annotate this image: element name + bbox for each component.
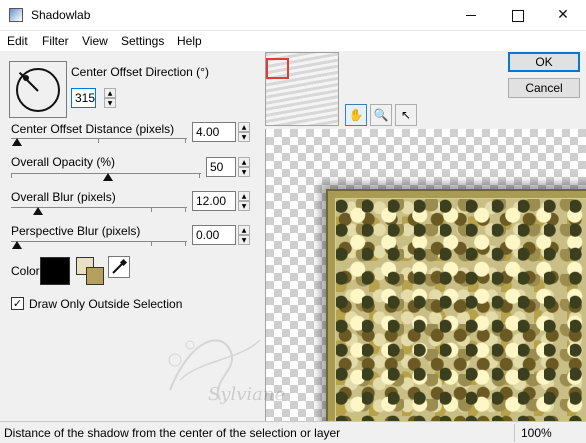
watermark-text: Sylviane [208,384,285,405]
slider-tick [199,174,200,178]
slider-tick [151,208,152,212]
direction-needle [18,71,39,92]
ok-button[interactable]: OK [508,52,580,72]
close-button[interactable]: ✕ [540,0,586,31]
perspective-label: Perspective Blur (pixels) [11,224,141,238]
opacity-input[interactable]: 50 [206,157,236,177]
status-text: Distance of the shadow from the center o… [4,426,341,440]
direction-label: Center Offset Direction (°) [71,65,209,79]
image-frame [326,189,586,421]
perspective-input[interactable]: 0.00 [192,225,236,245]
cancel-button[interactable]: Cancel [508,78,580,98]
draw-outside-label: Draw Only Outside Selection [29,297,183,311]
distance-slider-track[interactable] [11,138,187,139]
direction-spinner[interactable]: ▲ ▼ [104,88,116,108]
distance-spinner[interactable]: ▲ ▼ [238,122,250,142]
maximize-button[interactable] [494,0,540,31]
slider-tick [151,242,152,246]
menu-bar: Edit Filter View Settings Help [0,31,586,51]
minimize-button[interactable] [448,0,494,31]
opacity-spinner[interactable]: ▲ ▼ [238,157,250,177]
eyedropper-icon [112,258,128,274]
blur-input[interactable]: 12.00 [192,191,236,211]
slider-tick [185,208,186,212]
slider-tick [185,242,186,246]
navigator-thumbnail[interactable] [265,52,339,126]
app-icon [9,8,23,22]
status-bar: Distance of the shadow from the center o… [0,421,586,443]
menu-filter[interactable]: Filter [42,34,69,48]
blur-spinner[interactable]: ▲ ▼ [238,191,250,211]
perspective-slider-track[interactable] [11,241,187,242]
window-title: Shadowlab [31,8,91,22]
menu-view[interactable]: View [82,34,108,48]
direction-circle [16,68,60,112]
blur-slider-thumb[interactable] [33,207,43,215]
mosaic-image [335,198,586,421]
pan-hand-icon[interactable]: ✋ [345,104,367,126]
menu-edit[interactable]: Edit [7,34,28,48]
color-label: Color [11,264,40,278]
title-bar: Shadowlab ✕ [0,0,586,31]
direction-input[interactable]: 315 [71,88,96,108]
slider-tick [185,139,186,143]
arrow-pointer-icon[interactable]: ↖ [395,104,417,126]
distance-label: Center Offset Distance (pixels) [11,122,175,136]
zoom-level: 100% [514,424,584,442]
opacity-slider-thumb[interactable] [103,173,113,181]
perspective-slider-thumb[interactable] [12,241,22,249]
slider-tick [11,174,12,178]
direction-dial[interactable] [9,61,67,118]
viewport-indicator[interactable] [266,58,289,79]
menu-settings[interactable]: Settings [121,34,164,48]
zoom-magnifier-icon[interactable]: 🔍 [370,104,392,126]
distance-input[interactable]: 4.00 [192,122,236,142]
blur-label: Overall Blur (pixels) [11,190,116,204]
tertiary-color-swatch[interactable] [86,267,104,285]
menu-help[interactable]: Help [177,34,202,48]
opacity-label: Overall Opacity (%) [11,155,116,169]
perspective-spinner[interactable]: ▲ ▼ [238,225,250,245]
distance-slider-thumb[interactable] [12,138,22,146]
slider-tick [98,139,99,143]
direction-handle[interactable] [23,75,29,81]
preview-canvas[interactable] [265,129,586,421]
shadow-color-swatch[interactable] [40,257,70,285]
draw-outside-checkbox[interactable]: ✓ [11,297,24,310]
watermark-signature: Sylviane [168,339,285,405]
eyedropper-button[interactable] [108,256,130,278]
